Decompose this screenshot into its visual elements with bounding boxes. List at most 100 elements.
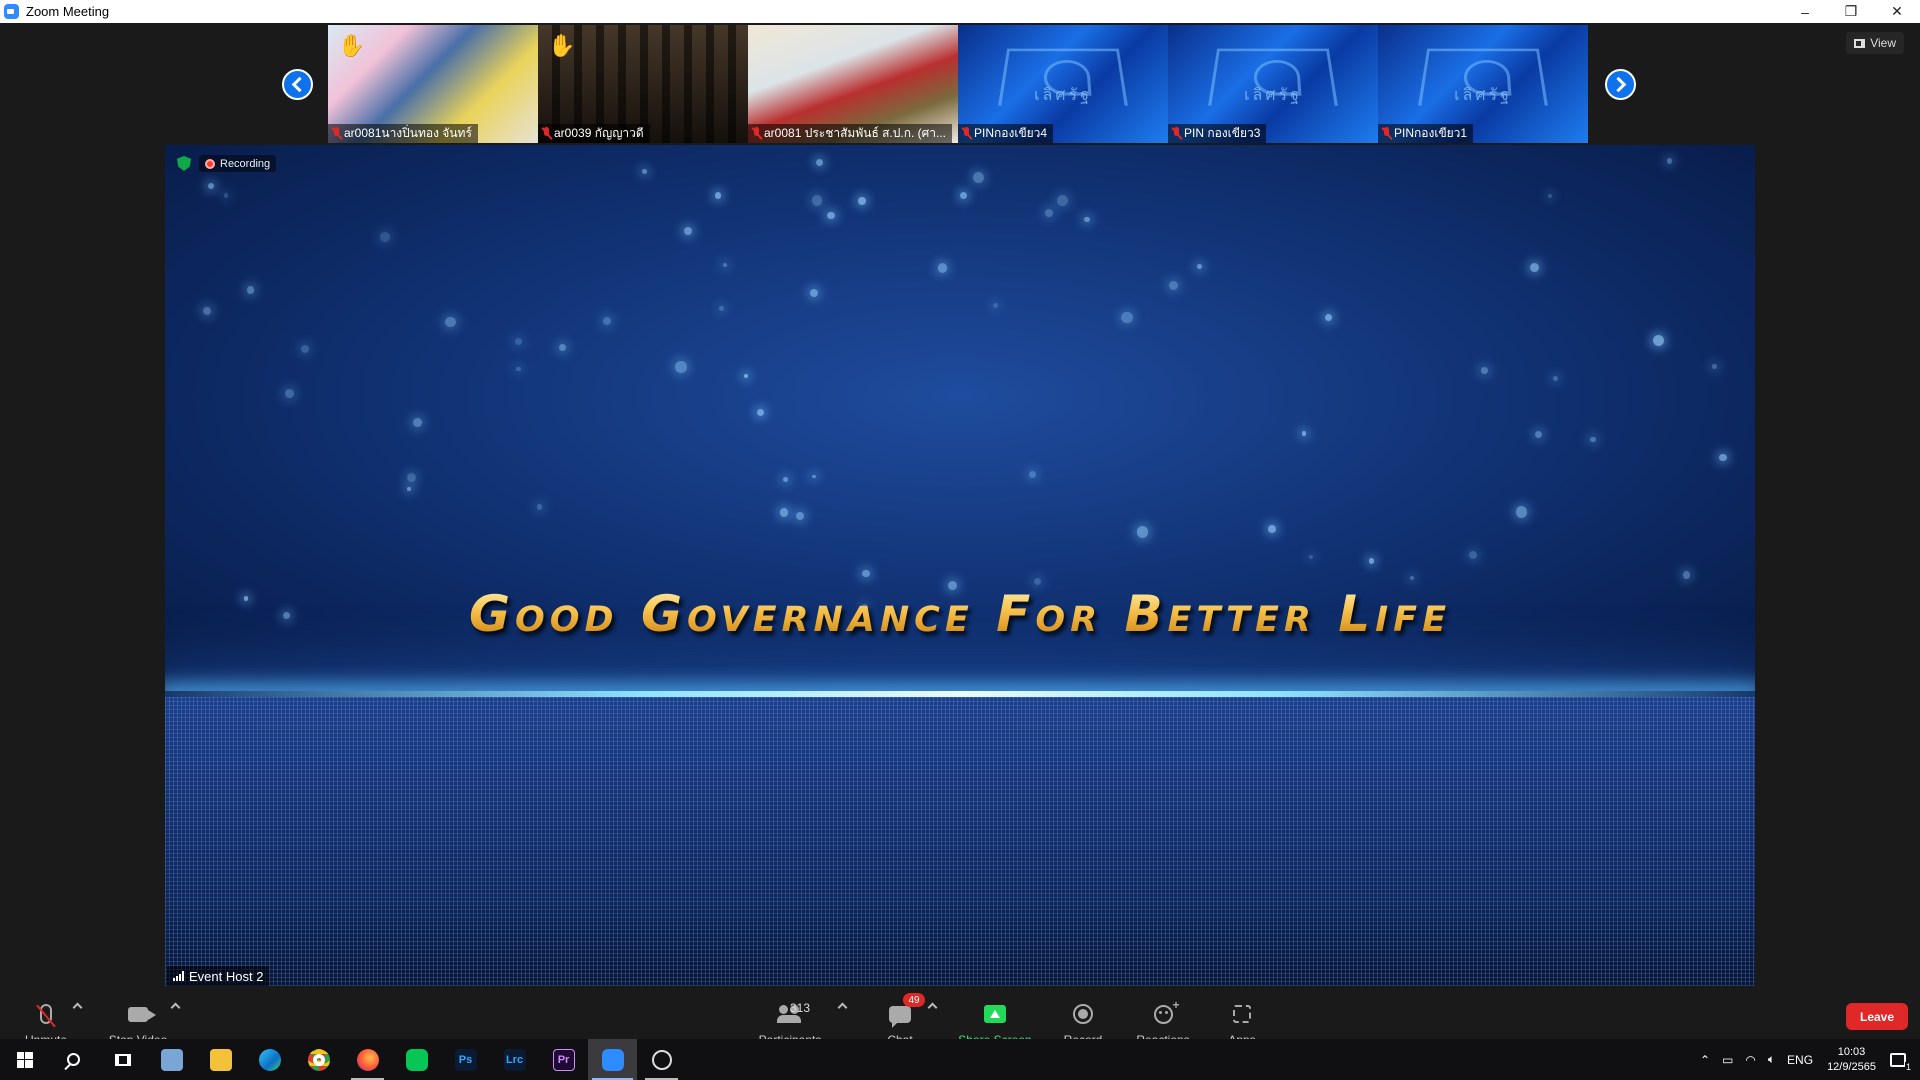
active-speaker-name: Event Host 2: [189, 968, 264, 984]
participant-tile[interactable]: ar0081 ประชาสัมพันธ์ ส.ป.ก. (ศา...: [748, 25, 958, 143]
window-title: Zoom Meeting: [26, 4, 110, 19]
next-page-arrow-icon[interactable]: [1605, 69, 1636, 100]
raised-hand-icon: ✋: [338, 33, 366, 58]
bokeh-particle: [407, 487, 411, 491]
audio-options-caret-icon[interactable]: [72, 1002, 83, 1013]
apps-icon: [1233, 1005, 1251, 1023]
taskbar-clock[interactable]: 10:03 12/9/2565: [1819, 1045, 1884, 1075]
bokeh-particle: [960, 191, 967, 199]
muted-mic-icon: [40, 1004, 52, 1024]
task-view-button[interactable]: [98, 1039, 147, 1080]
clock-date: 12/9/2565: [1827, 1060, 1876, 1073]
firefox-browser-icon: [356, 1048, 379, 1071]
video-options-caret-icon[interactable]: [170, 1002, 181, 1013]
bokeh-particle: [1325, 313, 1333, 321]
stage-headline: Good Governance for Better Life: [165, 585, 1755, 643]
zoom-app-icon: [601, 1048, 624, 1071]
taskbar-search-button[interactable]: [49, 1039, 98, 1080]
taskbar-app-zoom[interactable]: [588, 1039, 637, 1080]
bokeh-particle: [413, 418, 423, 428]
muted-mic-icon: [542, 127, 551, 140]
bokeh-particle: [812, 475, 816, 479]
participant-tile[interactable]: เลิศรัฐ PINกองเขียว1: [1378, 25, 1588, 143]
show-hidden-icons-chevron-icon[interactable]: ⌃: [1694, 1053, 1716, 1067]
close-button[interactable]: ✕: [1874, 0, 1920, 23]
taskbar-app-clock[interactable]: [637, 1039, 686, 1080]
bokeh-particle: [1410, 576, 1415, 581]
bokeh-particle: [1469, 551, 1478, 560]
window-controls: – ❐ ✕: [1782, 0, 1920, 23]
muted-mic-icon: [752, 127, 761, 140]
taskbar-app-premiere[interactable]: Pr: [539, 1039, 588, 1080]
muted-mic-icon: [332, 127, 341, 140]
taskbar-app-chrome[interactable]: [294, 1039, 343, 1080]
windows-taskbar: Ps Lrc Pr ⌃ ▭ ◠ 🔈︎ ENG 10:03 12/9/2565 1: [0, 1039, 1920, 1080]
bokeh-particle: [285, 389, 295, 399]
taskbar-app-photoshop[interactable]: Ps: [441, 1039, 490, 1080]
bokeh-particle: [1534, 431, 1542, 439]
bokeh-particle: [1515, 506, 1528, 518]
clock-time: 10:03: [1837, 1045, 1866, 1058]
bokeh-particle: [1268, 525, 1276, 533]
taskbar-app-computer[interactable]: [147, 1039, 196, 1080]
bokeh-particle: [536, 504, 542, 510]
restore-button[interactable]: ❐: [1828, 0, 1874, 23]
bokeh-particle: [1481, 366, 1489, 374]
participant-name: ar0039 กัญญาวดี: [554, 126, 644, 140]
taskbar-app-edge[interactable]: [245, 1039, 294, 1080]
leave-button[interactable]: Leave: [1846, 1003, 1908, 1030]
logo-text: เลิศรัฐ: [1454, 87, 1512, 104]
computer-icon: [160, 1048, 183, 1071]
view-button[interactable]: View: [1846, 32, 1904, 54]
bokeh-particle: [642, 168, 647, 174]
recording-indicator[interactable]: Recording: [199, 155, 277, 172]
taskbar-app-file-explorer[interactable]: [196, 1039, 245, 1080]
input-language[interactable]: ENG: [1781, 1053, 1819, 1067]
action-center-icon[interactable]: 1: [1890, 1052, 1912, 1072]
bokeh-particle: [603, 317, 611, 325]
recording-dot-icon: [205, 158, 215, 169]
muted-mic-icon: [962, 127, 971, 140]
start-button[interactable]: [0, 1039, 49, 1080]
bokeh-particle: [1045, 209, 1053, 217]
bokeh-particle: [757, 408, 765, 416]
bokeh-particle: [1168, 280, 1178, 291]
taskbar-app-firefox[interactable]: [343, 1039, 392, 1080]
photoshop-icon: Ps: [454, 1048, 477, 1071]
participant-tile[interactable]: เลิศรัฐ PINกองเขียว4: [958, 25, 1168, 143]
battery-icon[interactable]: ▭: [1716, 1053, 1739, 1067]
bokeh-particle: [406, 473, 416, 483]
bokeh-particle: [809, 288, 819, 297]
bokeh-particle: [972, 171, 985, 184]
bokeh-particle: [795, 511, 805, 521]
participant-tile[interactable]: ✋ ar0039 กัญญาวดี: [538, 25, 748, 143]
bokeh-particle: [857, 197, 866, 206]
participant-tile[interactable]: เลิศรัฐ PIN กองเขียว3: [1168, 25, 1378, 143]
taskbar-app-line[interactable]: [392, 1039, 441, 1080]
bokeh-particle: [1308, 555, 1313, 560]
bokeh-particle: [779, 507, 789, 517]
bokeh-particle: [516, 366, 521, 371]
bokeh-particle: [1683, 571, 1691, 579]
participant-tile[interactable]: ✋ ar0081นางปิ่นทอง จันทร์: [328, 25, 538, 143]
chat-icon: [889, 1005, 911, 1028]
windows-logo-icon: [16, 1051, 33, 1068]
recording-label: Recording: [220, 157, 271, 170]
participant-name: PIN กองเขียว3: [1184, 126, 1261, 140]
bokeh-particle: [826, 211, 835, 220]
wifi-icon[interactable]: ◠: [1739, 1053, 1761, 1067]
active-speaker-video: Good Governance for Better Life Recordin…: [165, 145, 1755, 986]
bokeh-particle: [714, 192, 721, 199]
video-camera-icon: [128, 1006, 156, 1022]
bokeh-particle: [1301, 431, 1306, 436]
chat-options-caret-icon[interactable]: [927, 1002, 938, 1013]
volume-icon[interactable]: 🔈︎: [1762, 1052, 1781, 1067]
taskbar-app-lightroom[interactable]: Lrc: [490, 1039, 539, 1080]
encryption-shield-icon[interactable]: [177, 156, 191, 171]
participants-options-caret-icon[interactable]: [837, 1002, 848, 1013]
bokeh-particle: [515, 338, 523, 345]
muted-mic-icon: [1172, 127, 1181, 140]
bokeh-particle: [675, 360, 687, 373]
minimize-button[interactable]: –: [1782, 0, 1828, 23]
previous-page-arrow-icon[interactable]: [282, 69, 313, 100]
